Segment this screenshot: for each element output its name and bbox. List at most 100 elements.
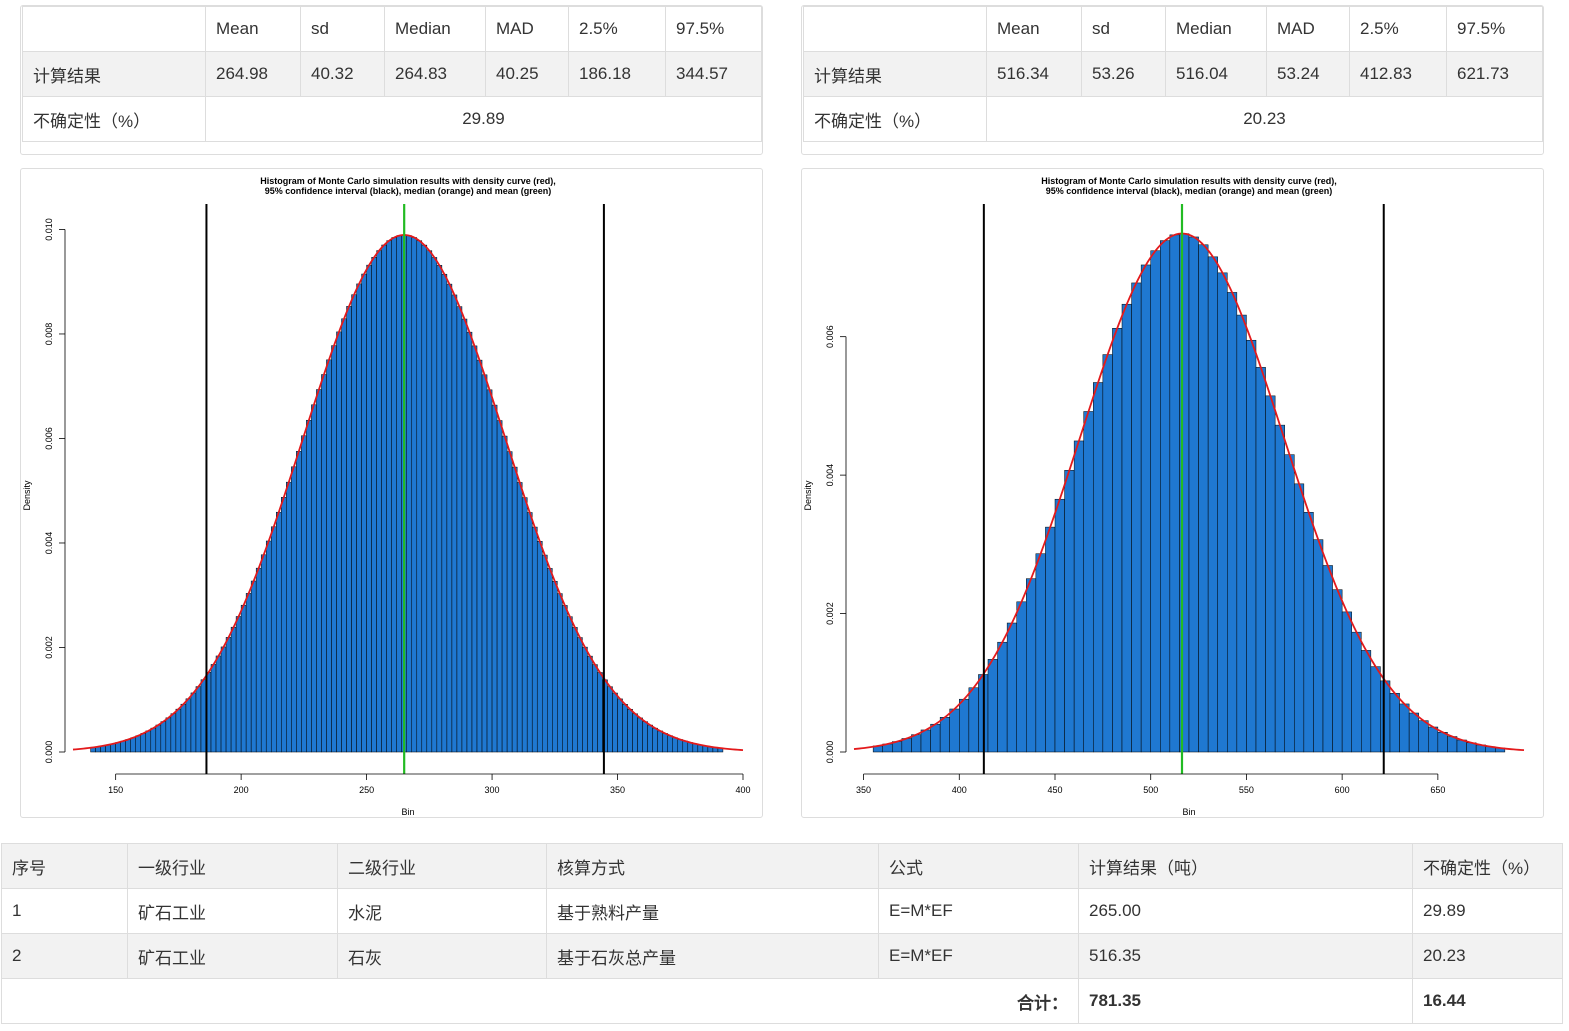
total-label: 合计： (1, 978, 1079, 1024)
stats-header-p97-5: 97.5% (665, 6, 762, 52)
stats-header-p2-5: 2.5% (568, 6, 666, 52)
x-tick-label: 400 (735, 785, 750, 795)
stats-p2-5-value: 186.18 (568, 51, 666, 97)
stats-result-label: 计算结果 (803, 51, 987, 97)
histogram-bar (1073, 440, 1084, 753)
stats-header-mean: Mean (986, 6, 1082, 52)
histogram-bar (260, 554, 267, 753)
histogram-bar (190, 692, 197, 753)
histogram-bar (968, 687, 979, 753)
histogram-bar (265, 540, 272, 753)
stats-header-median: Median (384, 6, 486, 52)
y-tick-label: 0.004 (44, 532, 54, 555)
stats-header-median: Median (1165, 6, 1267, 52)
histogram-bar (526, 512, 533, 753)
histogram-bar (516, 482, 523, 753)
x-axis-label: Bin (1182, 807, 1195, 817)
row-result: 516.35 (1078, 933, 1413, 979)
histogram-bar (436, 265, 443, 753)
histogram-bar (386, 240, 392, 753)
histogram-bar (597, 672, 603, 753)
histogram-bar (1112, 328, 1123, 753)
histogram-bar (115, 742, 121, 753)
histogram-bar (949, 708, 960, 753)
histogram-bar (521, 497, 528, 753)
histogram-bar (511, 466, 518, 753)
histogram-bar (577, 637, 583, 753)
summary-header-row: 序号 一级行业 二级行业 核算方式 公式 计算结果（吨） 不确定性（%） (1, 843, 1563, 889)
histogram-bar (1447, 736, 1458, 753)
histogram-bar (346, 306, 352, 753)
histogram-bar (1428, 726, 1439, 753)
histogram-bar (120, 740, 126, 753)
right-stats-panel: Mean sd Median MAD 2.5% 97.5% 计算结果 516.3… (801, 5, 1544, 155)
histogram-bar (542, 554, 548, 753)
histogram-bar (677, 739, 684, 753)
header-primary-industry: 一级行业 (127, 843, 338, 889)
histogram-bar (506, 451, 513, 753)
histogram-bar (637, 717, 643, 753)
histogram-bar (1035, 553, 1046, 753)
histogram-bar (341, 318, 347, 753)
stats-header-p97-5: 97.5% (1446, 6, 1543, 52)
right-stats-table: Mean sd Median MAD 2.5% 97.5% 计算结果 516.3… (803, 6, 1543, 142)
chart-title: Histogram of Monte Carlo simulation resu… (1041, 176, 1337, 186)
y-tick-label: 0.006 (825, 325, 835, 348)
left-stats-table: Mean sd Median MAD 2.5% 97.5% 计算结果 264.9… (22, 6, 762, 142)
histogram-bar (456, 306, 463, 753)
stats-result-label: 计算结果 (22, 51, 206, 97)
histogram-bar (165, 717, 172, 753)
histogram-bar (642, 721, 648, 753)
y-tick-label: 0.002 (825, 602, 835, 625)
histogram-bar (1265, 395, 1276, 753)
histogram-bar (1198, 244, 1209, 753)
histogram-bar (1294, 483, 1305, 753)
histogram-bar (1246, 339, 1257, 753)
histogram-bar (225, 637, 232, 753)
histogram-bar (592, 664, 598, 753)
x-tick-label: 600 (1335, 785, 1350, 795)
histogram-bar (1169, 234, 1180, 753)
histogram-bar (235, 616, 242, 753)
histogram-bar (612, 692, 618, 753)
stats-header-sd: sd (300, 6, 385, 52)
histogram-bar (1160, 240, 1171, 753)
histogram-bar (476, 359, 483, 753)
y-tick-label: 0.008 (44, 323, 54, 346)
histogram-bar (356, 283, 362, 753)
table-row: 2 矿石工业 石灰 基于石灰总产量 E=M*EF 516.35 20.23 (1, 933, 1563, 979)
histogram-bar (306, 419, 312, 753)
chart-subtitle: 95% confidence interval (black), median … (1046, 186, 1333, 196)
histogram-bar (230, 626, 237, 753)
histogram-bar (667, 735, 673, 753)
histogram-bar (331, 345, 337, 753)
stats-header-sd: sd (1081, 6, 1166, 52)
stats-header-empty (803, 6, 987, 52)
histogram-bar (1140, 264, 1151, 753)
histogram-bar (411, 237, 418, 753)
histogram-bar (366, 264, 372, 753)
row-accounting-method: 基于石灰总产量 (546, 933, 879, 979)
stats-p2-5-value: 412.83 (1349, 51, 1447, 97)
histogram-bar (1227, 292, 1238, 753)
histogram-bar (316, 389, 322, 753)
histogram-bar (406, 235, 413, 753)
histogram-bar (215, 655, 222, 753)
histogram-bar (1322, 565, 1333, 753)
row-uncertainty: 20.23 (1412, 933, 1563, 979)
stats-header-p2-5: 2.5% (1349, 6, 1447, 52)
left-histogram-chart: Histogram of Monte Carlo simulation resu… (22, 176, 751, 817)
histogram-bar (536, 541, 543, 753)
histogram-bar (627, 708, 633, 753)
stats-uncertainty-value: 20.23 (986, 96, 1543, 142)
histogram-bar (1102, 354, 1113, 753)
histogram-bar (245, 593, 252, 753)
row-formula: E=M*EF (878, 933, 1079, 979)
histogram-bar (296, 451, 302, 753)
header-index: 序号 (1, 843, 128, 889)
histogram-bar (1217, 272, 1228, 753)
histogram-bar (501, 435, 508, 753)
histogram-bar (150, 727, 157, 753)
histogram-bar (959, 698, 970, 753)
stats-mad-value: 40.25 (485, 51, 569, 97)
